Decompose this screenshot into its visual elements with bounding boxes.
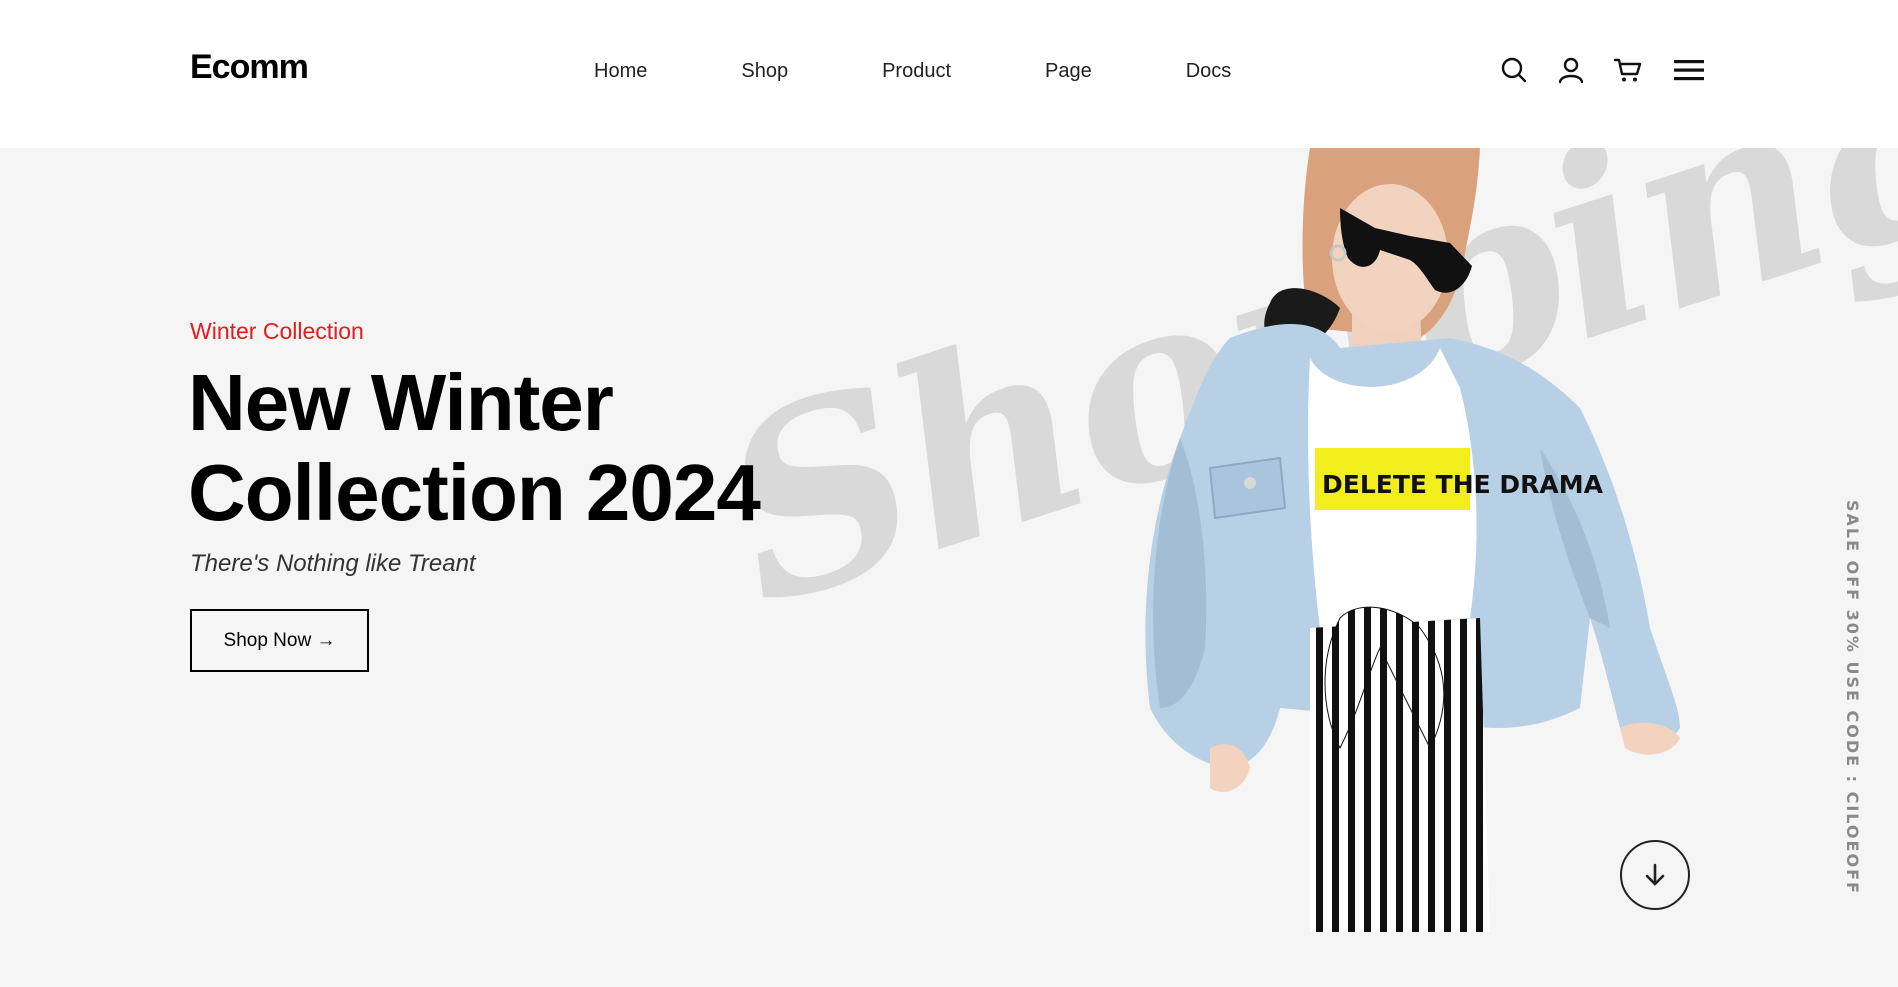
site-header: Ecomm Home Shop Product Page Docs xyxy=(0,0,1898,148)
nav-product[interactable]: Product xyxy=(882,60,951,83)
shirt-print: DELETE THE DRAMA xyxy=(1322,470,1604,499)
main-nav: Home Shop Product Page Docs xyxy=(594,60,1231,83)
nav-docs[interactable]: Docs xyxy=(1186,60,1232,83)
arrow-down-icon xyxy=(1645,863,1665,886)
menu-icon[interactable] xyxy=(1671,52,1707,88)
nav-page[interactable]: Page xyxy=(1045,60,1092,83)
header-actions xyxy=(1496,52,1707,88)
hero-model-image: DELETE THE DRAMA xyxy=(1145,148,1680,932)
hero-subtitle: Winter Collection xyxy=(190,318,364,344)
hero-title-line-2: Collection 2024 xyxy=(188,448,761,537)
nav-shop[interactable]: Shop xyxy=(741,60,788,83)
logo[interactable]: Ecomm xyxy=(190,48,309,87)
side-promo-text: SALE OFF 30% USE CODE : CILOEOFF xyxy=(1843,500,1862,895)
scroll-down-button[interactable] xyxy=(1620,840,1690,910)
hero-tagline: There's Nothing like Treant xyxy=(190,550,476,577)
nav-home[interactable]: Home xyxy=(594,60,647,83)
shop-now-button[interactable]: Shop Now → xyxy=(190,609,369,672)
user-icon[interactable] xyxy=(1553,52,1589,88)
hero-banner: Shopping Winter Collection New Winter Co… xyxy=(0,148,1898,987)
search-icon[interactable] xyxy=(1496,52,1532,88)
hero-title-line-1: New Winter xyxy=(188,358,614,447)
hero-title: New Winter Collection 2024 xyxy=(188,358,761,538)
cart-icon[interactable] xyxy=(1610,52,1646,88)
